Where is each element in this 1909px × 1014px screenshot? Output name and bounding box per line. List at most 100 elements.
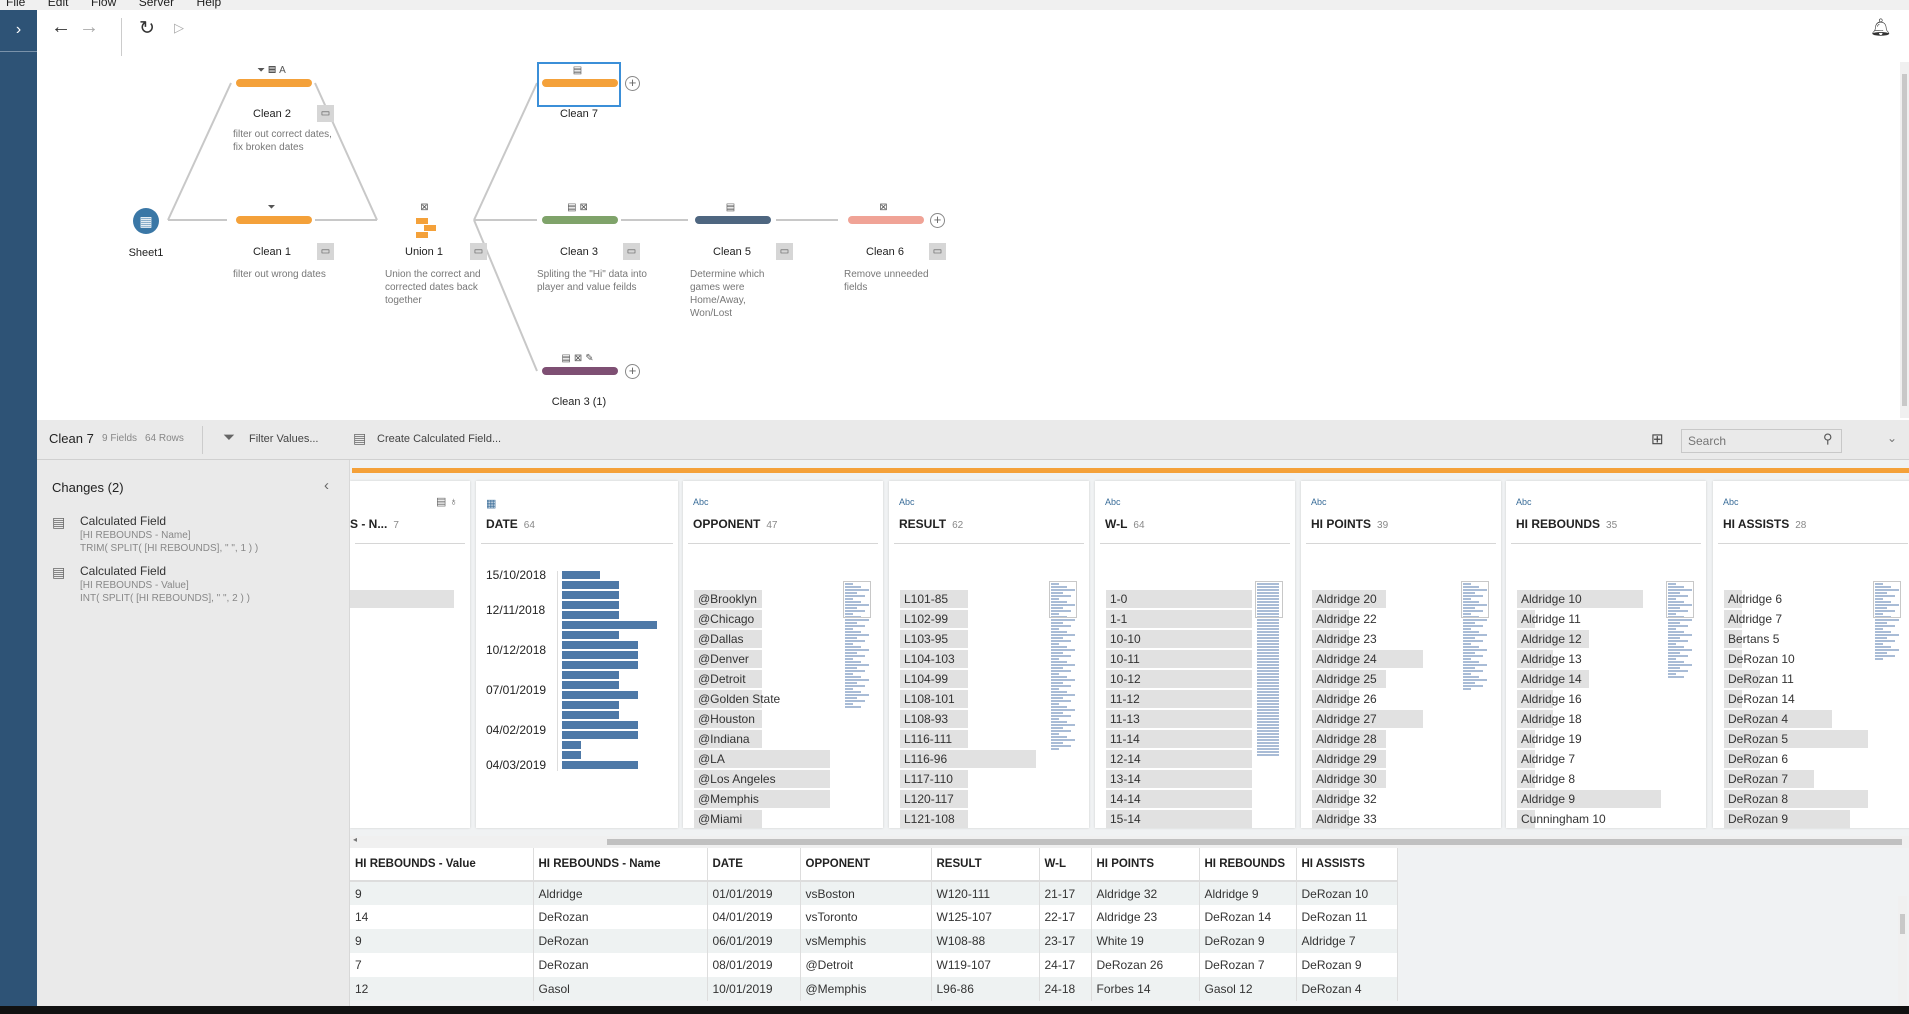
profile-card-hi-rebounds[interactable]: Abc HI REBOUNDS 35 Aldridge 10 Aldridge 11 Al… [1506, 481, 1706, 828]
value-item[interactable]: Aldridge 8 [1517, 770, 1667, 788]
table-cell[interactable]: @Memphis [800, 977, 932, 1001]
table-cell[interactable]: 23-17 [1039, 929, 1092, 953]
menu-help[interactable]: Help [197, 0, 222, 9]
collapse-chevron-icon[interactable]: ‹ [324, 477, 329, 494]
table-cell[interactable]: DeRozan 9 [1296, 953, 1398, 977]
mini-histogram-viewport[interactable] [1049, 581, 1077, 618]
date-bin-bar[interactable] [562, 591, 619, 599]
menu-edit[interactable]: Edit [48, 0, 69, 9]
flow-canvas[interactable]: ← → ↻ ▷ 🔔︎ ▦ Sheet1 ⏷▤A Clean 2 ▭ filter… [37, 10, 1909, 420]
value-item[interactable]: Aldridge 28 [1312, 730, 1462, 748]
value-item[interactable]: L121-108 [900, 810, 1050, 828]
filter-values-button[interactable]: Filter Values... [249, 433, 319, 445]
value-item[interactable]: 10-10 [1106, 630, 1256, 648]
date-bin-bar[interactable] [562, 741, 581, 749]
node-bar-clean6[interactable] [848, 216, 924, 224]
expand-chevron-icon[interactable]: › [0, 10, 37, 52]
profile-card-hi-points[interactable]: Abc HI POINTS 39 Aldridge 20 Aldridge 22 Aldr… [1301, 481, 1501, 828]
date-bin-bar[interactable] [562, 691, 638, 699]
profile-card-hi-assists[interactable]: Abc HI ASSISTS 28 Aldridge 6 Aldridge 7 Berta… [1713, 481, 1909, 828]
table-cell[interactable]: 01/01/2019 [707, 881, 801, 905]
union-icon[interactable] [416, 218, 436, 238]
profile-horizontal-scrollbar[interactable]: ◂ [350, 835, 1909, 848]
table-row[interactable]: 14 DeRozan 04/01/2019 vsToronto W125-107 22-1… [350, 905, 1398, 929]
value-item[interactable]: DeRozan 11 [1724, 670, 1874, 688]
change-item[interactable]: ▤ Calculated Field [HI REBOUNDS - Name] … [52, 514, 342, 554]
table-row[interactable]: 9 Aldridge 01/01/2019 vsBoston W120-111 21-17… [350, 881, 1398, 905]
value-item[interactable]: Aldridge 24 [1312, 650, 1462, 668]
value-item[interactable]: Aldridge 25 [1312, 670, 1462, 688]
add-step-plus-icon[interactable]: + [930, 213, 945, 228]
node-bar-clean5[interactable] [695, 216, 771, 224]
profile-card-result[interactable]: Abc RESULT 62 L101-85 L102-99 L103-95 L104-103… [889, 481, 1089, 828]
value-item[interactable]: Aldridge 14 [1517, 670, 1667, 688]
menu-file[interactable]: File [6, 0, 25, 9]
node-label-clean5[interactable]: Clean 5 [672, 246, 792, 258]
scroll-thumb[interactable] [607, 839, 1902, 845]
value-item[interactable]: 11-14 [1106, 730, 1256, 748]
table-input-icon[interactable]: ▦ [133, 208, 159, 234]
node-bar-clean3-1[interactable] [542, 367, 618, 375]
node-bar-clean2[interactable] [236, 79, 312, 87]
node-label-clean3-1[interactable]: Clean 3 (1) [519, 396, 639, 408]
table-cell[interactable]: 9 [350, 881, 534, 905]
table-cell[interactable]: W119-107 [931, 953, 1040, 977]
canvas-scrollbar[interactable] [1900, 62, 1909, 418]
value-item[interactable]: Aldridge 33 [1312, 810, 1462, 828]
add-step-plus-icon[interactable]: + [625, 364, 640, 379]
mini-histogram-viewport[interactable] [843, 581, 871, 618]
column-header[interactable]: HI REBOUNDS - Name [533, 848, 708, 882]
value-item[interactable]: L102-99 [900, 610, 1050, 628]
table-cell[interactable]: White 19 [1091, 929, 1200, 953]
table-cell[interactable]: 9 [350, 929, 534, 953]
value-item[interactable]: Aldridge 26 [1312, 690, 1462, 708]
table-cell[interactable]: 7 [350, 953, 534, 977]
date-bin-bar[interactable] [562, 651, 638, 659]
value-item[interactable]: L117-110 [900, 770, 1050, 788]
node-label-clean3[interactable]: Clean 3 [519, 246, 639, 258]
date-bin-bar[interactable] [562, 671, 619, 679]
value-item[interactable]: DeRozan 7 [1724, 770, 1874, 788]
value-item[interactable]: @Denver [694, 650, 844, 668]
value-item[interactable]: @Dallas [694, 630, 844, 648]
value-item[interactable]: DeRozan 9 [1724, 810, 1874, 828]
node-label-clean1[interactable]: Clean 1 [212, 246, 332, 258]
comment-icon[interactable]: ▭ [470, 243, 487, 260]
comment-icon[interactable]: ▭ [623, 243, 640, 260]
node-label-clean6[interactable]: Clean 6 [825, 246, 945, 258]
value-item[interactable]: L103-95 [900, 630, 1050, 648]
value-item[interactable]: Aldridge 12 [1517, 630, 1667, 648]
column-header[interactable]: W-L [1039, 848, 1092, 882]
value-item[interactable]: 12-14 [1106, 750, 1256, 768]
table-cell[interactable]: Aldridge 7 [1296, 929, 1398, 953]
table-cell[interactable]: 06/01/2019 [707, 929, 801, 953]
create-calculated-field-button[interactable]: Create Calculated Field... [377, 433, 501, 445]
table-cell[interactable]: Gasol [533, 977, 708, 1001]
table-cell[interactable]: 04/01/2019 [707, 905, 801, 929]
column-header[interactable]: HI REBOUNDS [1199, 848, 1297, 882]
value-item[interactable]: 11-12 [1106, 690, 1256, 708]
node-bar-clean1[interactable] [236, 216, 312, 224]
date-bin-bar[interactable] [562, 711, 619, 719]
date-bin-bar[interactable] [562, 621, 657, 629]
table-cell[interactable]: 08/01/2019 [707, 953, 801, 977]
table-row[interactable]: 9 DeRozan 06/01/2019 vsMemphis W108-88 23-17 W… [350, 929, 1398, 953]
comment-icon[interactable]: ▭ [317, 243, 334, 260]
value-item[interactable]: DeRozan 4 [1724, 710, 1874, 728]
table-cell[interactable]: W108-88 [931, 929, 1040, 953]
table-cell[interactable]: Aldridge 23 [1091, 905, 1200, 929]
value-item[interactable]: Bertans 5 [1724, 630, 1874, 648]
value-bar[interactable] [350, 590, 454, 608]
table-cell[interactable]: 10/01/2019 [707, 977, 801, 1001]
value-item[interactable]: L108-93 [900, 710, 1050, 728]
mini-histogram-viewport[interactable] [1666, 581, 1694, 618]
date-histogram[interactable]: 15/10/2018 12/11/2018 10/12/2018 07/01/2019… [476, 568, 678, 791]
value-item[interactable]: @LA [694, 750, 844, 768]
table-cell[interactable]: 21-17 [1039, 881, 1092, 905]
table-cell[interactable]: 12 [350, 977, 534, 1001]
profile-card-w-l[interactable]: Abc W-L 64 1-0 1-1 10-10 10-11 10-12 11-12 11-13 1… [1095, 481, 1295, 828]
value-item[interactable]: @Golden State [694, 690, 844, 708]
value-item[interactable]: @Memphis [694, 790, 844, 808]
change-item[interactable]: ▤ Calculated Field [HI REBOUNDS - Value]… [52, 564, 342, 604]
value-item[interactable]: Aldridge 7 [1724, 610, 1874, 628]
